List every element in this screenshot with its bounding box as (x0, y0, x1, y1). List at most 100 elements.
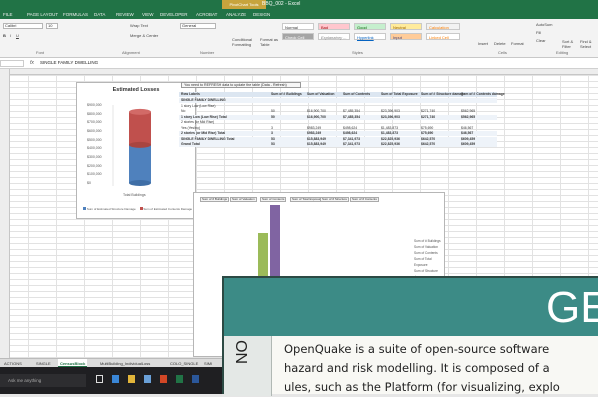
number-format-select[interactable]: General (180, 23, 216, 29)
tab-acrobat[interactable]: ACROBAT (196, 10, 217, 19)
style-good[interactable]: Good (354, 23, 386, 30)
pivot-cell: $271,740 (421, 109, 436, 113)
style-linked-cell[interactable]: Linked Cell (426, 33, 460, 40)
formula-input[interactable]: SINGLE FAMILY DWELLING (40, 60, 98, 65)
pivot-cell: Grand Total (181, 142, 200, 146)
style-calculation[interactable]: Calculation (426, 23, 460, 30)
window-title: BBQ_002 - Excel (262, 1, 301, 7)
font-name-select[interactable]: Calibri (3, 23, 43, 29)
document-side-panel: NO (224, 336, 272, 396)
excel-icon[interactable] (176, 375, 183, 383)
pivot-row[interactable]: 1 story Low (Low Rise) Total 50 $16,900,70… (179, 114, 497, 120)
style-input[interactable]: Input (390, 33, 422, 40)
insert-cells-button[interactable]: Insert (478, 41, 488, 46)
tab-page-layout[interactable]: PAGE LAYOUT (27, 10, 58, 19)
style-bad[interactable]: Bad (318, 23, 350, 30)
row-headers[interactable] (0, 69, 10, 365)
clear-button[interactable]: Clear (536, 38, 546, 43)
underline-button[interactable]: U (16, 33, 19, 38)
pivot-cell: $75,690 (421, 125, 434, 130)
word-icon[interactable] (192, 375, 199, 383)
pivot-row[interactable]: SINGLE FAMILY DWELLING Total 53 $15,883,94… (179, 136, 497, 142)
name-box[interactable] (0, 60, 24, 67)
pivot-cell: $271,740 (421, 114, 436, 119)
pivot-cell: $642,570 (421, 142, 436, 146)
pivot-row[interactable]: 2 stories (or Mid Rise) Total 3 $983,249 $4… (179, 131, 497, 136)
pivot-row[interactable]: Grand Total 53 $15,883,949 $7,341,973 $22,82… (179, 142, 497, 147)
pivot-row[interactable]: SINGLE FAMILY DWELLING (179, 98, 497, 103)
pivot-cell: $983,249 (307, 131, 322, 135)
column-headers[interactable] (0, 69, 598, 75)
group-label-number: Number (200, 50, 215, 55)
ribbon-tabs: FILE PAGE LAYOUT FORMULAS DATA REVIEW VI… (0, 9, 598, 19)
estimated-losses-chart[interactable]: Estimated Losses $900,000 $800,000 $700,00… (76, 82, 196, 219)
body-line: hazard and risk modelling. It is compose… (284, 361, 550, 375)
store-icon[interactable] (144, 375, 151, 383)
pivot-row[interactable]: Yes (Yes/no) 3 $983,249 $498,624 $1,483,873 $… (179, 126, 497, 131)
format-as-table-button[interactable]: Format as Table (260, 37, 280, 47)
chart-legend: Sum of Estimated Structure Damage Sum of… (83, 207, 192, 211)
pivot-header-cell: Sum of # Buildings (271, 92, 302, 96)
pivot-cell: $15,883,949 (307, 142, 326, 146)
style-hyperlink[interactable]: Hyperlink (354, 33, 386, 40)
style-check-cell[interactable]: Check Cell (282, 33, 314, 40)
pivot-header-cell: Sum of Total Exposure (381, 92, 418, 96)
powerpoint-icon[interactable] (160, 375, 167, 383)
pivot-cell: $609,459 (461, 142, 476, 146)
pivot-table[interactable]: You need to REFRESH data to update the t… (179, 82, 505, 167)
tab-view[interactable]: VIEW (142, 10, 154, 19)
pivot-cell: $16,900,700 (307, 114, 326, 119)
pivot-header-row[interactable]: Row Labels Sum of # Buildings Sum of Valua… (179, 92, 505, 97)
pivot-cell: $46,567 (461, 131, 474, 135)
style-normal[interactable]: Normal (282, 23, 314, 30)
find-select-button[interactable]: Find & Select (580, 39, 598, 49)
italic-button[interactable]: I (10, 33, 11, 38)
wrap-text-button[interactable]: Wrap Text (130, 23, 148, 28)
pivot-cell: $1,483,873 (381, 125, 398, 130)
style-explanatory[interactable]: Explanatory ... (318, 33, 350, 40)
pivot-row[interactable]: 2 stories (or Mid Rise) (179, 120, 497, 125)
style-neutral[interactable]: Neutral (390, 23, 422, 30)
pivot-cell: $1,483,873 (381, 131, 398, 135)
format-cells-button[interactable]: Format (511, 41, 524, 46)
tab-data[interactable]: DATA (94, 10, 105, 19)
tab-review[interactable]: REVIEW (116, 10, 134, 19)
delete-cells-button[interactable]: Delete (494, 41, 506, 46)
tab-file[interactable]: FILE (3, 10, 13, 19)
file-explorer-icon[interactable] (128, 375, 135, 383)
sort-filter-button[interactable]: Sort & Filter (562, 39, 578, 49)
merge-center-button[interactable]: Merge & Center (130, 33, 158, 38)
tab-developer[interactable]: DEVELOPER (160, 10, 188, 19)
bar-divider (129, 141, 151, 148)
pivot-cell: $498,624 (343, 131, 358, 135)
bar-structure-base (129, 180, 151, 186)
fill-button[interactable]: Fill (536, 30, 541, 35)
pivot-cell: 2 stories (or Mid Rise) Total (181, 131, 226, 135)
bar-contents (129, 111, 151, 145)
pivot-cell: $23,396,903 (381, 114, 400, 119)
pivot-cell: $75,690 (421, 131, 434, 135)
taskbar-search-input[interactable]: Ask me anything (0, 374, 86, 387)
bar-contents-top (129, 108, 151, 115)
task-view-icon[interactable] (96, 375, 103, 383)
conditional-formatting-button[interactable]: Conditional Formatting (232, 37, 256, 47)
tab-analyze[interactable]: ANALYZE (226, 10, 246, 19)
font-size-select[interactable]: 10 (46, 23, 58, 29)
autosum-button[interactable]: AutoSum (536, 22, 552, 27)
pivot-header-cell: Sum of Contents (343, 92, 371, 96)
document-header: GE (224, 278, 598, 336)
pivot-row[interactable]: 1 story Low (Low Rise) (179, 104, 497, 109)
pivot-cell: SINGLE FAMILY DWELLING Total (181, 136, 235, 141)
fx-icon[interactable]: fx (30, 60, 34, 66)
body-line: OpenQuake is a suite of open-source soft… (284, 342, 550, 356)
group-label-font: Font (36, 50, 45, 55)
edge-icon[interactable] (112, 375, 119, 383)
bold-button[interactable]: B (3, 33, 6, 38)
tab-design[interactable]: DESIGN (253, 10, 270, 19)
pivot-cell: $983,249 (307, 125, 322, 130)
formula-bar: fx SINGLE FAMILY DWELLING (0, 58, 598, 69)
pivot-row[interactable]: No 50 $16,900,700 $7,485,354 $23,396,903 $271… (179, 109, 497, 114)
ribbon: Calibri 10 B I U Wrap Text Merge & Cente… (0, 19, 598, 58)
legend-item: Sum of Total Exposure (414, 257, 432, 267)
tab-formulas[interactable]: FORMULAS (63, 10, 88, 19)
